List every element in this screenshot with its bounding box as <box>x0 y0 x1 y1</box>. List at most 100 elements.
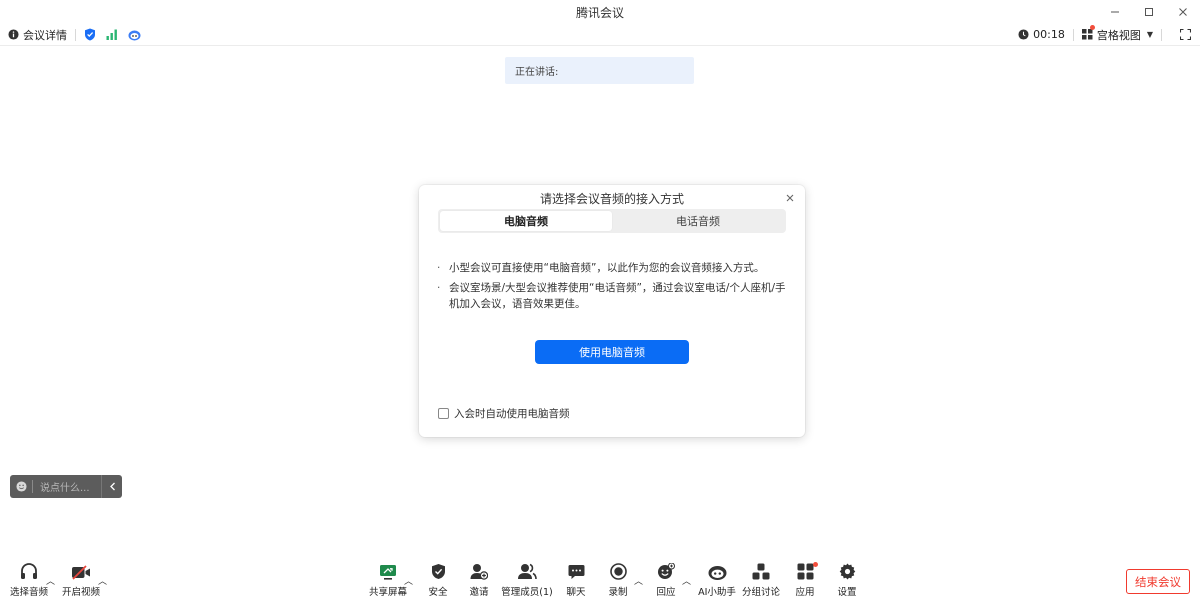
robot-icon <box>128 30 141 40</box>
grid-view-icon <box>1081 29 1093 40</box>
ai-label: AI小助手 <box>698 587 736 598</box>
dialog-close-button[interactable] <box>784 192 796 204</box>
chat-label: 聊天 <box>566 587 586 598</box>
audio-button[interactable]: 选择音频 <box>10 558 48 600</box>
add-user-icon <box>470 564 488 580</box>
security-status-button[interactable] <box>84 28 96 41</box>
collapse-chat-button[interactable] <box>101 475 122 498</box>
audio-join-dialog: 请选择会议音频的接入方式 电脑音频 电话音频 · 小型会议可直接使用“电脑音频”… <box>419 185 805 437</box>
network-status-button[interactable] <box>106 29 118 40</box>
apps-button[interactable]: 应用 <box>791 558 819 600</box>
tip-item: · 会议室场景/大型会议推荐使用“电话音频”，通过会议室电话/个人座机/手机加入… <box>437 280 787 312</box>
record-options-chevron-icon[interactable]: ︿ <box>634 574 643 587</box>
share-options-chevron-icon[interactable]: ︿ <box>404 574 413 587</box>
emoji-icon <box>15 481 27 492</box>
notification-dot <box>813 562 818 567</box>
window-title: 腾讯会议 <box>575 5 624 20</box>
video-label: 开启视频 <box>62 587 101 598</box>
share-screen-button[interactable]: 共享屏幕 <box>369 558 407 600</box>
ai-assistant-status-button[interactable] <box>128 29 141 41</box>
divider <box>1161 28 1162 41</box>
members-label: 管理成员(1) <box>501 587 553 598</box>
react-options-chevron-icon[interactable]: ︿ <box>682 574 691 587</box>
use-computer-audio-button[interactable]: 使用电脑音频 <box>535 340 689 364</box>
tab-phone-audio[interactable]: 电话音频 <box>612 211 784 231</box>
chat-bubble-icon <box>568 565 584 579</box>
breakout-icon <box>752 563 770 580</box>
settings-label: 设置 <box>837 587 857 598</box>
meeting-timer: 00:18 <box>1018 28 1065 41</box>
react-button[interactable]: 回应 <box>652 558 680 600</box>
timer-value: 00:18 <box>1033 28 1065 41</box>
signal-bars-icon <box>106 29 117 40</box>
divider <box>1072 28 1074 41</box>
record-icon <box>609 563 627 580</box>
video-button[interactable]: 开启视频 <box>62 558 100 600</box>
shield-check-icon <box>85 28 95 41</box>
record-label: 录制 <box>608 587 628 598</box>
video-off-icon <box>72 565 90 580</box>
speaking-indicator: 正在讲话: <box>505 57 694 84</box>
end-meeting-button[interactable]: 结束会议 <box>1126 569 1190 594</box>
breakout-rooms-button[interactable]: 分组讨论 <box>742 558 780 600</box>
breakout-label: 分组讨论 <box>742 587 781 598</box>
chat-input[interactable]: 说点什么... <box>33 479 101 494</box>
top-toolbar: 会议详情 00:18 宫格视图 ▼ <box>0 24 1200 46</box>
chevron-left-icon <box>109 482 115 491</box>
bottom-toolbar: 选择音频 ︿ 开启视频 ︿ 共享屏幕 ︿ 安全 邀请 管理成员(1) 聊天 录制… <box>0 558 1200 600</box>
share-screen-icon <box>380 565 396 580</box>
shield-icon <box>431 564 445 579</box>
security-button[interactable]: 安全 <box>424 558 452 600</box>
members-icon <box>518 563 537 580</box>
tip-text: 小型会议可直接使用“电脑音频”，以此作为您的会议音频接入方式。 <box>449 262 765 274</box>
reaction-icon <box>658 563 675 579</box>
manage-members-button[interactable]: 管理成员(1) <box>501 558 553 600</box>
bullet-icon: · <box>437 262 441 274</box>
auto-audio-label: 入会时自动使用电脑音频 <box>454 408 570 420</box>
security-label: 安全 <box>428 587 448 598</box>
ai-assistant-button[interactable]: AI小助手 <box>698 558 736 600</box>
divider <box>75 28 76 41</box>
close-window-button[interactable] <box>1166 0 1200 24</box>
tab-computer-audio[interactable]: 电脑音频 <box>440 211 612 231</box>
dialog-title: 请选择会议音频的接入方式 <box>539 192 684 206</box>
share-label: 共享屏幕 <box>369 587 408 598</box>
minimize-button[interactable] <box>1098 0 1132 24</box>
invite-label: 邀请 <box>469 587 489 598</box>
title-bar: 腾讯会议 <box>0 0 1200 24</box>
video-options-chevron-icon[interactable]: ︿ <box>98 574 107 587</box>
speaking-label: 正在讲话: <box>515 67 559 78</box>
fullscreen-button[interactable] <box>1170 24 1200 46</box>
tip-text: 会议室场景/大型会议推荐使用“电话音频”，通过会议室电话/个人座机/手机加入会议… <box>449 282 786 310</box>
notification-dot <box>1089 24 1095 30</box>
headphones-icon <box>21 563 37 579</box>
apps-label: 应用 <box>795 587 815 598</box>
fullscreen-icon <box>1179 29 1191 40</box>
view-mode-label: 宫格视图 <box>1096 28 1141 42</box>
tips-list: · 小型会议可直接使用“电脑音频”，以此作为您的会议音频接入方式。 · 会议室场… <box>437 260 787 316</box>
settings-button[interactable]: 设置 <box>833 558 861 600</box>
auto-computer-audio-option[interactable]: 入会时自动使用电脑音频 <box>438 406 570 421</box>
invite-button[interactable]: 邀请 <box>465 558 493 600</box>
emoji-button[interactable] <box>10 475 32 498</box>
maximize-button[interactable] <box>1132 0 1166 24</box>
minimize-icon <box>1111 11 1119 13</box>
window-controls <box>1098 0 1200 24</box>
clock-icon <box>1018 29 1029 40</box>
gear-icon <box>839 563 855 580</box>
meeting-info-label: 会议详情 <box>23 28 67 42</box>
audio-options-chevron-icon[interactable]: ︿ <box>46 574 55 587</box>
view-mode-dropdown[interactable]: 宫格视图 ▼ <box>1081 24 1153 43</box>
info-icon <box>8 29 19 40</box>
chat-button[interactable]: 聊天 <box>562 558 590 600</box>
record-button[interactable]: 录制 <box>604 558 632 600</box>
quick-chat-bar: 说点什么... <box>10 475 122 498</box>
close-icon <box>786 194 794 202</box>
auto-audio-checkbox[interactable] <box>438 408 449 419</box>
bullet-icon: · <box>437 282 441 294</box>
close-icon <box>1179 8 1187 16</box>
meeting-info-button[interactable]: 会议详情 <box>8 27 67 43</box>
audio-label: 选择音频 <box>10 587 49 598</box>
tip-item: · 小型会议可直接使用“电脑音频”，以此作为您的会议音频接入方式。 <box>437 260 787 276</box>
audio-type-tabs: 电脑音频 电话音频 <box>438 209 786 233</box>
